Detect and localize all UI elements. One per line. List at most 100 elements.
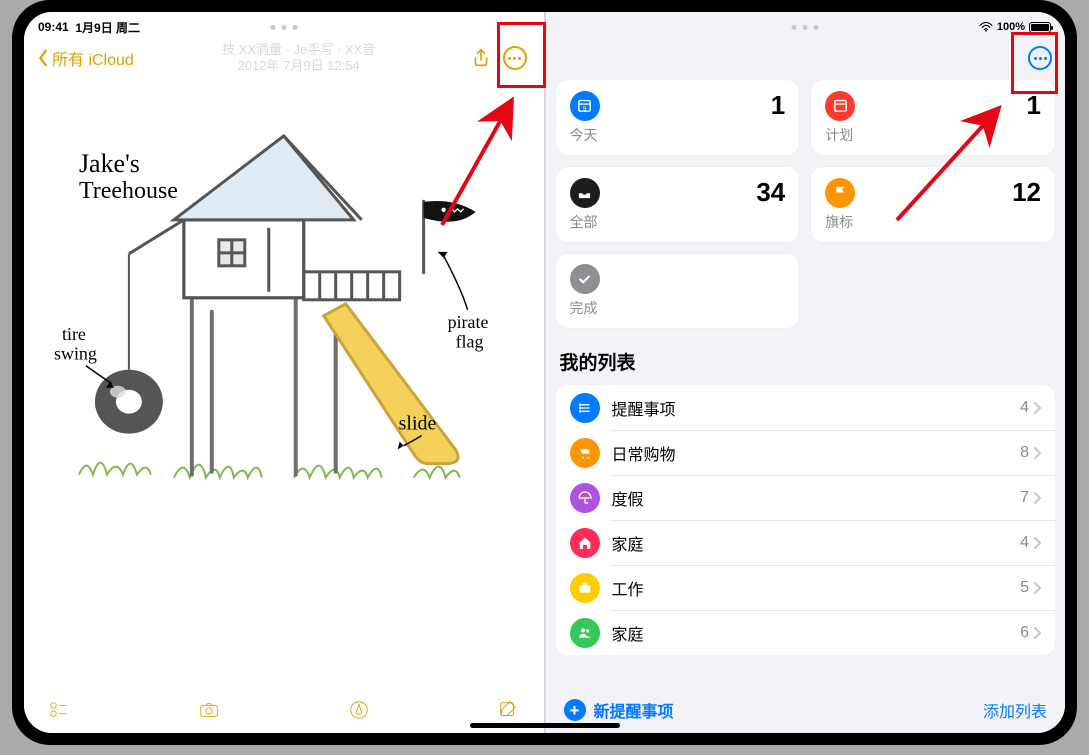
people-icon — [570, 618, 600, 648]
list-count: 8 — [1020, 444, 1029, 462]
card-today[interactable]: 9 1 今天 — [556, 80, 800, 155]
card-scheduled[interactable]: 1 计划 — [811, 80, 1055, 155]
new-reminder-label: 新提醒事项 — [594, 698, 674, 722]
list-row[interactable]: 提醒事项4 — [556, 385, 1056, 430]
reminders-footer: + 新提醒事项 添加列表 — [546, 687, 1066, 733]
chevron-left-icon — [36, 49, 50, 67]
battery-icon — [1029, 22, 1051, 33]
chevron-right-icon — [1033, 401, 1041, 415]
status-bar-left: 09:41 1月9日 周二 — [24, 12, 544, 36]
list-row[interactable]: 家庭4 — [556, 520, 1056, 565]
list-icon — [570, 393, 600, 423]
ellipsis-circle-icon — [503, 46, 527, 70]
list-count: 5 — [1020, 579, 1029, 597]
calendar-icon — [825, 91, 855, 121]
share-button[interactable] — [464, 41, 498, 75]
list-count: 6 — [1020, 624, 1029, 642]
list-name: 度假 — [612, 486, 1021, 510]
camera-button[interactable] — [192, 693, 226, 727]
new-reminder-button[interactable]: + 新提醒事项 — [564, 698, 674, 722]
compose-button[interactable] — [491, 693, 525, 727]
ipad-frame: 09:41 1月9日 周二 所有 iCloud 技 XX酒量 · Je手写 · … — [12, 0, 1077, 745]
card-scheduled-count: 1 — [1027, 90, 1041, 121]
multitask-pill-right[interactable] — [792, 25, 819, 30]
tray-icon — [570, 178, 600, 208]
status-time: 09:41 — [38, 20, 69, 34]
notes-toolbar — [24, 687, 544, 733]
list-row[interactable]: 日常购物8 — [556, 430, 1056, 475]
cart-icon — [570, 438, 600, 468]
add-list-button[interactable]: 添加列表 — [983, 698, 1047, 722]
wifi-icon — [979, 22, 993, 32]
notes-app-pane: 09:41 1月9日 周二 所有 iCloud 技 XX酒量 · Je手写 · … — [24, 12, 544, 733]
annot-pirate1: pirate — [448, 312, 489, 332]
list-row[interactable]: 工作5 — [556, 565, 1056, 610]
list-name: 家庭 — [612, 531, 1021, 555]
annot-title1: Jake's — [79, 149, 140, 178]
reminders-header — [546, 36, 1066, 80]
chevron-right-icon — [1033, 581, 1041, 595]
umbrella-icon — [570, 483, 600, 513]
list-row[interactable]: 家庭6 — [556, 610, 1056, 655]
share-icon — [470, 47, 492, 69]
list-count: 4 — [1020, 399, 1029, 417]
annot-slide: slide — [399, 413, 437, 435]
house-icon — [570, 528, 600, 558]
note-drawing-canvas[interactable]: Jake's Treehouse tire swing slide pirate… — [24, 80, 544, 687]
briefcase-icon — [570, 573, 600, 603]
more-button-notes[interactable] — [498, 41, 532, 75]
calendar-today-icon: 9 — [570, 91, 600, 121]
checklist-icon — [48, 699, 70, 721]
card-all[interactable]: 34 全部 — [556, 167, 800, 242]
plus-circle-icon: + — [564, 699, 586, 721]
chevron-right-icon — [1033, 491, 1041, 505]
pencil-tip-icon — [348, 699, 370, 721]
home-indicator[interactable] — [470, 723, 620, 728]
screen: 09:41 1月9日 周二 所有 iCloud 技 XX酒量 · Je手写 · … — [24, 12, 1065, 733]
annot-title2: Treehouse — [79, 178, 178, 204]
status-date: 1月9日 周二 — [75, 19, 140, 36]
lists-block: 提醒事项4日常购物8度假7家庭4工作5家庭6 — [556, 385, 1056, 655]
camera-icon — [198, 699, 220, 721]
reminders-app-pane: 100% 9 1 — [546, 12, 1066, 733]
my-lists-title: 我的列表 — [560, 348, 1052, 375]
flag-icon — [825, 178, 855, 208]
list-name: 日常购物 — [612, 441, 1021, 465]
list-count: 4 — [1020, 534, 1029, 552]
chevron-right-icon — [1033, 536, 1041, 550]
note-title-faded: 技 XX酒量 · Je手写 · XX音 2012年 7月9日 12:54 — [134, 42, 464, 73]
list-name: 提醒事项 — [612, 396, 1021, 420]
card-done-label: 完成 — [570, 298, 786, 318]
card-today-count: 1 — [771, 90, 785, 121]
back-label: 所有 iCloud — [52, 46, 134, 70]
check-icon — [570, 264, 600, 294]
card-done[interactable]: 完成 — [556, 254, 800, 328]
compose-icon — [497, 699, 519, 721]
back-button[interactable]: 所有 iCloud — [36, 46, 134, 70]
markup-button[interactable] — [342, 693, 376, 727]
annot-tire2: swing — [54, 344, 97, 364]
card-flagged-count: 12 — [1012, 177, 1041, 208]
card-flagged[interactable]: 12 旗标 — [811, 167, 1055, 242]
status-bar-right: 100% — [546, 12, 1066, 36]
list-row[interactable]: 度假7 — [556, 475, 1056, 520]
chevron-right-icon — [1033, 626, 1041, 640]
notes-header: 所有 iCloud 技 XX酒量 · Je手写 · XX音 2012年 7月9日… — [24, 36, 544, 80]
multitask-pill[interactable] — [270, 25, 297, 30]
list-name: 家庭 — [612, 621, 1021, 645]
more-button-reminders[interactable] — [1023, 41, 1057, 75]
ellipsis-circle-icon — [1028, 46, 1052, 70]
card-scheduled-label: 计划 — [825, 125, 1041, 145]
chevron-right-icon — [1033, 446, 1041, 460]
card-flagged-label: 旗标 — [825, 212, 1041, 232]
checklist-button[interactable] — [42, 693, 76, 727]
annot-tire1: tire — [62, 324, 86, 344]
reminders-scroll[interactable]: 9 1 今天 1 计划 — [546, 80, 1066, 687]
card-today-label: 今天 — [570, 125, 786, 145]
list-name: 工作 — [612, 576, 1021, 600]
card-all-label: 全部 — [570, 212, 786, 232]
annot-pirate2: flag — [456, 332, 484, 352]
card-all-count: 34 — [756, 177, 785, 208]
list-count: 7 — [1020, 489, 1029, 507]
svg-text:9: 9 — [583, 105, 587, 112]
